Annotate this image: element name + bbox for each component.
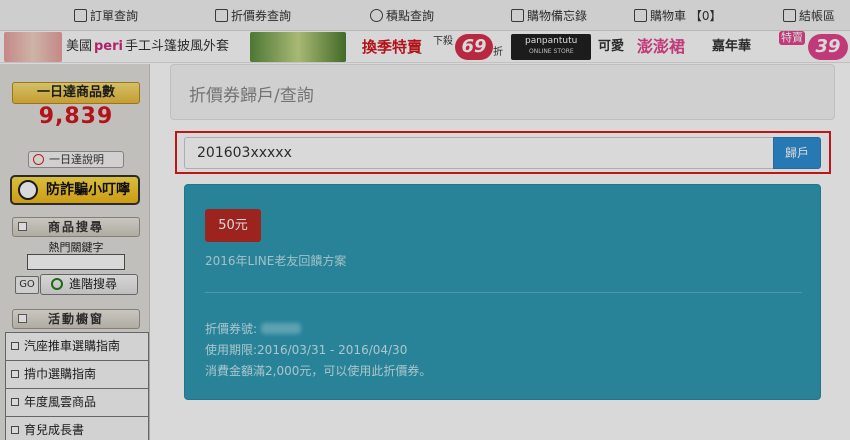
redeem-button[interactable]: 歸戶 <box>773 137 821 169</box>
coupon-number: 折價券號: <box>205 320 302 337</box>
coupon-icon <box>215 9 228 22</box>
banner-brand: peri <box>94 39 123 54</box>
coupon-card: 50元 2016年LINE老友回饋方案 折價券號: 使用期限:2016/03/3… <box>184 184 821 400</box>
discount-badge-69: 69 <box>455 34 493 60</box>
nav-cart[interactable]: 購物車 【0】 <box>634 7 721 25</box>
panpantutu-logo: panpantutu ONLINE STORE <box>511 34 591 60</box>
arrow-bullet-icon <box>11 426 19 434</box>
activity-list: 汽座推車選購指南 揹巾選購指南 年度風雲商品 育兒成長書 <box>5 332 149 440</box>
phone-icon <box>18 180 38 200</box>
activity-window-header: 活動櫥窗 <box>12 309 140 329</box>
keyword-input[interactable] <box>27 254 125 270</box>
page-title: 折價券歸戶/查詢 <box>189 86 314 106</box>
advanced-search-button[interactable]: 進階搜尋 <box>40 274 138 295</box>
main-content: 折價券歸戶/查詢 201603xxxxx 歸戶 50元 2016年LINE老友回… <box>170 64 835 440</box>
coupon-name: 2016年LINE老友回饋方案 <box>205 254 347 268</box>
banner-discount-unit: 折 <box>493 47 503 58</box>
top-nav: 訂單查詢 折價券查詢 積點查詢 購物備忘錄 購物車 【0】 結帳區 <box>0 0 850 31</box>
arrow-bullet-icon <box>11 398 19 406</box>
nav-checkout[interactable]: 結帳區 <box>783 7 835 25</box>
discount-badge-39: 39 <box>808 34 848 60</box>
cart-icon <box>634 9 647 22</box>
info-circle-icon <box>33 154 44 165</box>
list-item[interactable]: 揹巾選購指南 <box>5 360 149 388</box>
list-item[interactable]: 汽座推車選購指南 <box>5 332 149 360</box>
go-button[interactable]: GO <box>15 276 39 294</box>
product-count: 9,839 <box>38 104 114 129</box>
product-photo <box>250 32 346 62</box>
sidebar: 一日達商品數 9,839 一日達說明 防詐騙小叮嚀 商品搜尋 熱門關鍵字 GO … <box>0 64 150 440</box>
coupon-value-tag: 50元 <box>205 209 261 242</box>
nav-shopping-memo[interactable]: 購物備忘錄 <box>511 7 587 25</box>
promo-banner[interactable]: 美國 peri 手工斗篷披風外套 換季特賣 下殺 69 折 panpantutu… <box>0 31 850 63</box>
coupon-code-input[interactable]: 201603xxxxx <box>184 137 773 169</box>
banner-text-3: 手工斗篷披風外套 <box>125 39 230 54</box>
coupon-period: 使用期限:2016/03/31 - 2016/04/30 <box>205 343 408 357</box>
product-search-header: 商品搜尋 <box>12 217 140 237</box>
heading-panel: 折價券歸戶/查詢 <box>170 64 835 120</box>
arrow-bullet-icon <box>11 370 19 378</box>
memo-icon <box>511 9 524 22</box>
banner-cute: 可愛 <box>598 39 625 54</box>
checkout-icon <box>783 9 796 22</box>
document-icon <box>74 9 87 22</box>
kids-photo <box>4 32 62 62</box>
keyword-label: 熱門關鍵字 <box>48 241 104 254</box>
coupon-search-box: 201603xxxxx 歸戶 <box>175 131 831 174</box>
list-item[interactable]: 年度風雲商品 <box>5 388 149 416</box>
banner-special: 特賣 <box>779 31 805 45</box>
nav-order-query[interactable]: 訂單查詢 <box>74 7 138 25</box>
points-icon <box>370 9 383 22</box>
banner-sale: 換季特賣 <box>362 38 423 56</box>
anti-fraud-button[interactable]: 防詐騙小叮嚀 <box>10 175 140 205</box>
redacted-number <box>261 323 302 334</box>
square-bullet-icon <box>18 314 27 323</box>
arrow-bullet-icon <box>11 342 19 350</box>
nav-points-query[interactable]: 積點查詢 <box>370 7 434 25</box>
one-day-explain-button[interactable]: 一日達說明 <box>28 151 124 168</box>
banner-text-1: 美國 <box>66 39 93 54</box>
list-item[interactable]: 育兒成長書 <box>5 416 149 440</box>
magnifier-icon <box>51 278 63 290</box>
banner-skirt: 澎澎裙 <box>637 37 686 56</box>
page: 訂單查詢 折價券查詢 積點查詢 購物備忘錄 購物車 【0】 結帳區 美國 per… <box>0 0 850 440</box>
coupon-condition: 消費金額滿2,000元，可以使用此折價券。 <box>205 364 432 378</box>
banner-down: 下殺 <box>433 36 453 47</box>
banner-carnival: 嘉年華 <box>712 39 752 54</box>
divider <box>205 292 802 293</box>
nav-coupon-query[interactable]: 折價券查詢 <box>215 7 291 25</box>
square-bullet-icon <box>18 222 27 231</box>
one-day-delivery-badge[interactable]: 一日達商品數 <box>12 82 140 104</box>
